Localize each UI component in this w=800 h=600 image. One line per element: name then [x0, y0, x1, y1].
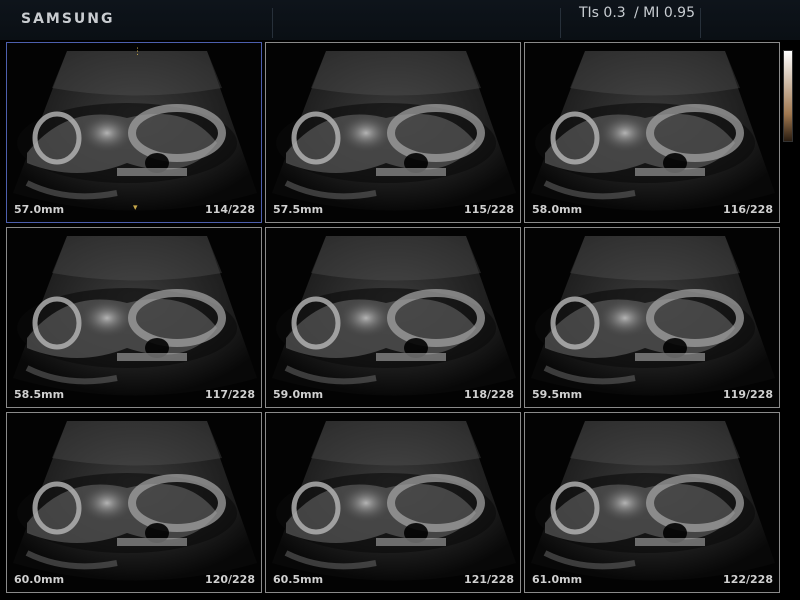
- slice-cell[interactable]: 58.0mm 116/228: [524, 42, 780, 223]
- header-divider: [560, 8, 561, 38]
- header-divider: [700, 8, 701, 38]
- multislice-grid: ⋮ ▾ 57.0mm 114/228 57.5mm 115/228 58.0mm…: [6, 42, 780, 594]
- ultrasound-image: [266, 413, 521, 593]
- slice-depth: 59.0mm: [273, 388, 324, 401]
- slice-cell[interactable]: 61.0mm 122/228: [524, 412, 780, 593]
- ultrasound-image: [7, 228, 262, 408]
- slice-depth: 57.5mm: [273, 203, 324, 216]
- slice-frame-number: 118/228: [464, 388, 514, 401]
- slice-frame-number: 116/228: [723, 203, 773, 216]
- slice-depth: 58.5mm: [14, 388, 65, 401]
- slice-cell[interactable]: 59.0mm 118/228: [265, 227, 521, 408]
- ultrasound-image: [525, 228, 780, 408]
- slice-depth: 58.0mm: [532, 203, 583, 216]
- ultrasound-image: [266, 43, 521, 223]
- slice-frame-number: 119/228: [723, 388, 773, 401]
- top-bar: SAMSUNG TIs 0.3 / MI 0.95: [0, 0, 800, 40]
- ultrasound-image: [266, 228, 521, 408]
- ultrasound-image: [525, 413, 780, 593]
- slice-cell[interactable]: 60.5mm 121/228: [265, 412, 521, 593]
- slice-frame-number: 115/228: [464, 203, 514, 216]
- slice-depth: 60.5mm: [273, 573, 324, 586]
- slice-cell[interactable]: 58.5mm 117/228: [6, 227, 262, 408]
- ultrasound-image: [525, 43, 780, 223]
- slice-depth: 61.0mm: [532, 573, 583, 586]
- slice-frame-number: 122/228: [723, 573, 773, 586]
- slice-cell[interactable]: 60.0mm 120/228: [6, 412, 262, 593]
- ultrasound-image: [7, 413, 262, 593]
- grayscale-bar-icon: [783, 50, 793, 142]
- slice-cell[interactable]: 59.5mm 119/228: [524, 227, 780, 408]
- slice-cell[interactable]: ⋮ ▾ 57.0mm 114/228: [6, 42, 262, 223]
- depth-marker-icon: ▾: [133, 203, 138, 213]
- header-divider: [272, 8, 273, 38]
- ultrasound-image: [7, 43, 262, 223]
- depth-marker-icon: ⋮: [133, 47, 142, 57]
- slice-depth: 57.0mm: [14, 203, 65, 216]
- slice-frame-number: 120/228: [205, 573, 255, 586]
- mi-value: / MI 0.95: [634, 5, 695, 21]
- slice-frame-number: 121/228: [464, 573, 514, 586]
- slice-cell[interactable]: 57.5mm 115/228: [265, 42, 521, 223]
- slice-depth: 60.0mm: [14, 573, 65, 586]
- slice-frame-number: 114/228: [205, 203, 255, 216]
- slice-frame-number: 117/228: [205, 388, 255, 401]
- tis-value: TIs 0.3: [579, 5, 626, 21]
- brand-logo: SAMSUNG: [21, 11, 115, 27]
- slice-depth: 59.5mm: [532, 388, 583, 401]
